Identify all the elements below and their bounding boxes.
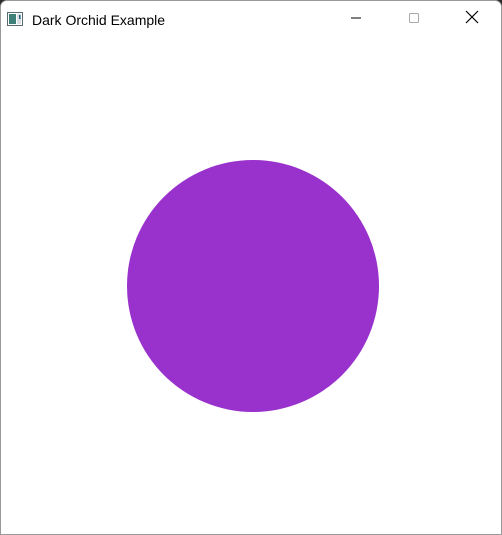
minimize-button[interactable]	[333, 1, 379, 38]
title-bar[interactable]: Dark Orchid Example	[1, 1, 501, 38]
app-window: Dark Orchid Example	[0, 0, 502, 535]
close-button[interactable]	[449, 1, 495, 38]
app-window-icon	[7, 12, 23, 26]
canvas-area	[1, 38, 501, 534]
maximize-icon	[408, 11, 420, 29]
drawing-canvas	[127, 160, 379, 412]
window-title: Dark Orchid Example	[32, 12, 166, 28]
minimize-icon	[350, 11, 362, 29]
dark-orchid-circle	[127, 160, 379, 412]
close-icon	[465, 10, 479, 29]
maximize-button[interactable]	[391, 1, 437, 38]
